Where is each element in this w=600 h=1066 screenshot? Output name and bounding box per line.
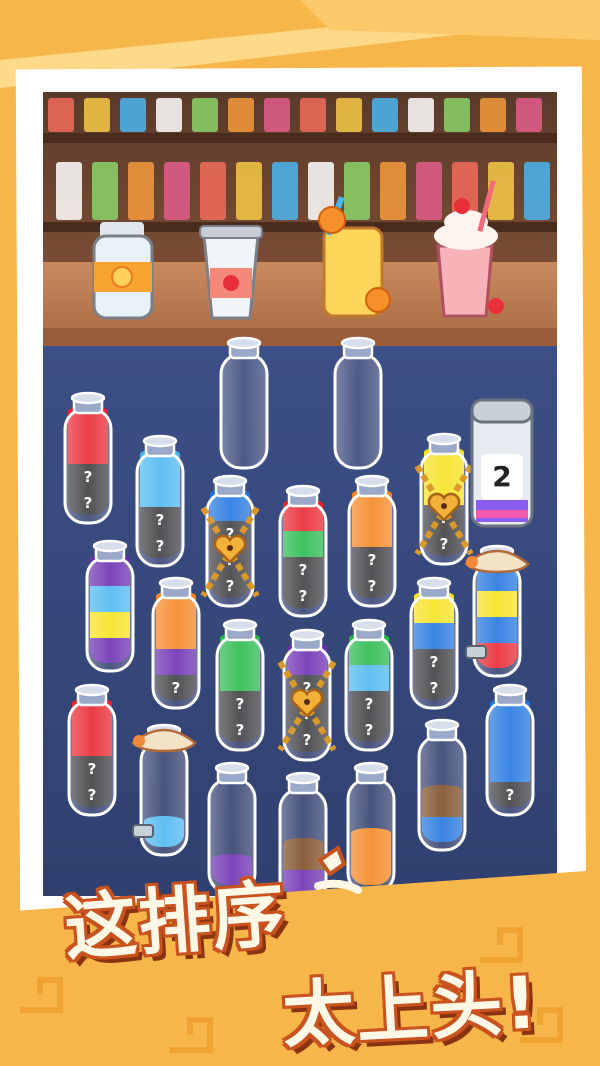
- bottle-rim: [340, 336, 376, 350]
- shelf-product: [380, 162, 406, 220]
- bottle-14[interactable]: ??: [67, 683, 117, 817]
- keyhole-icon: [441, 503, 447, 509]
- bottle-15[interactable]: [131, 723, 197, 857]
- bottle-5[interactable]: ??: [347, 474, 397, 608]
- bottle-glass: [347, 490, 397, 608]
- bottle-rim: [142, 434, 178, 448]
- bottle-4[interactable]: ??: [278, 484, 328, 618]
- keyhole-icon: [227, 545, 233, 551]
- jar-icon: [92, 222, 154, 320]
- bottle-8[interactable]: ?: [151, 576, 201, 710]
- bottle-rim: [289, 628, 325, 642]
- shelf-product: [336, 98, 362, 132]
- bottle-13[interactable]: [464, 544, 530, 678]
- bottle-glass: [85, 555, 135, 673]
- tap-icon: [132, 824, 154, 838]
- bottle-rim: [285, 484, 321, 498]
- bottle-glass: [215, 634, 265, 752]
- shelf-product: [92, 162, 118, 220]
- bottle-rim: [492, 683, 528, 697]
- shelf-product: [156, 98, 182, 132]
- shelf-product: [480, 98, 506, 132]
- bottle-19[interactable]: [346, 761, 396, 895]
- bow-icon: [466, 556, 478, 568]
- caption-line-2: 太上头!: [280, 960, 542, 1058]
- bottle-21[interactable]: [219, 336, 269, 470]
- shelf-product: [84, 98, 110, 132]
- bottle-glass: [67, 699, 117, 817]
- bottle-rim: [285, 771, 321, 785]
- bottle-glass: [344, 634, 394, 752]
- shelf-product: [300, 98, 326, 132]
- bottle-2[interactable]: ??: [135, 434, 185, 568]
- shelf-product: [344, 162, 370, 220]
- bottle-glass: [409, 592, 459, 710]
- bottle-rim: [354, 474, 390, 488]
- caption-line-1: 这排序: [61, 871, 290, 971]
- shelf-product: [416, 162, 442, 220]
- bottle-22[interactable]: [333, 336, 383, 470]
- shelf-product: [192, 98, 218, 132]
- powerup-count: 2: [481, 454, 523, 500]
- bottle-6[interactable]: ??: [414, 432, 474, 566]
- shelf-product: [444, 98, 470, 132]
- shelf-product: [372, 98, 398, 132]
- bottle-glass: [485, 699, 535, 817]
- bottle-10[interactable]: ???: [277, 628, 337, 762]
- cup-icon: [199, 225, 263, 320]
- shelf-product: [56, 162, 82, 220]
- shelf-product: [408, 98, 434, 132]
- bottle-9[interactable]: ??: [215, 618, 265, 752]
- bottle-12[interactable]: ??: [409, 576, 459, 710]
- bottle-rim: [426, 432, 462, 446]
- bottle-rim: [222, 618, 258, 632]
- bottle-rim: [214, 761, 250, 775]
- bottle-rim: [351, 618, 387, 632]
- shelf-plank: [43, 133, 557, 143]
- shelf-product: [200, 162, 226, 220]
- shelf-product: [164, 162, 190, 220]
- bottle-glass: [346, 777, 396, 895]
- bottle-11[interactable]: ??: [344, 618, 394, 752]
- shelf-product: [236, 162, 262, 220]
- bottle-rim: [74, 683, 110, 697]
- bottle-rim: [92, 539, 128, 553]
- bottle-glass: [151, 592, 201, 710]
- bottle-16[interactable]: ?: [485, 683, 535, 817]
- bottle-1[interactable]: ??: [63, 391, 113, 525]
- bottle-glass: [417, 734, 467, 852]
- bottle-glass: [278, 500, 328, 618]
- shelf-product: [524, 162, 550, 220]
- shelf-product: [48, 98, 74, 132]
- shelf-product: [264, 98, 290, 132]
- bottle-rim: [416, 576, 452, 590]
- bottle-3[interactable]: ???: [200, 474, 260, 608]
- bottle-rim: [353, 761, 389, 775]
- shelf-product: [120, 98, 146, 132]
- bottle-glass: [135, 450, 185, 568]
- counter-shelf-edge: [43, 328, 557, 346]
- bottle-glass: [63, 407, 113, 525]
- bottle-rim: [70, 391, 106, 405]
- bottle-glass: [333, 352, 383, 470]
- keyhole-icon: [304, 699, 310, 705]
- bottle-glass: [219, 352, 269, 470]
- bow-icon: [133, 735, 145, 747]
- bottle-7[interactable]: [85, 539, 135, 673]
- shelf-product: [272, 162, 298, 220]
- bottle-rim: [158, 576, 194, 590]
- bottle-rim: [424, 718, 460, 732]
- shelf-product: [228, 98, 254, 132]
- shelf-product: [516, 98, 542, 132]
- bottle-rim: [212, 474, 248, 488]
- bottle-20[interactable]: [417, 718, 467, 852]
- bottle-rim: [226, 336, 262, 350]
- tap-icon: [465, 645, 487, 659]
- shelf-product: [128, 162, 154, 220]
